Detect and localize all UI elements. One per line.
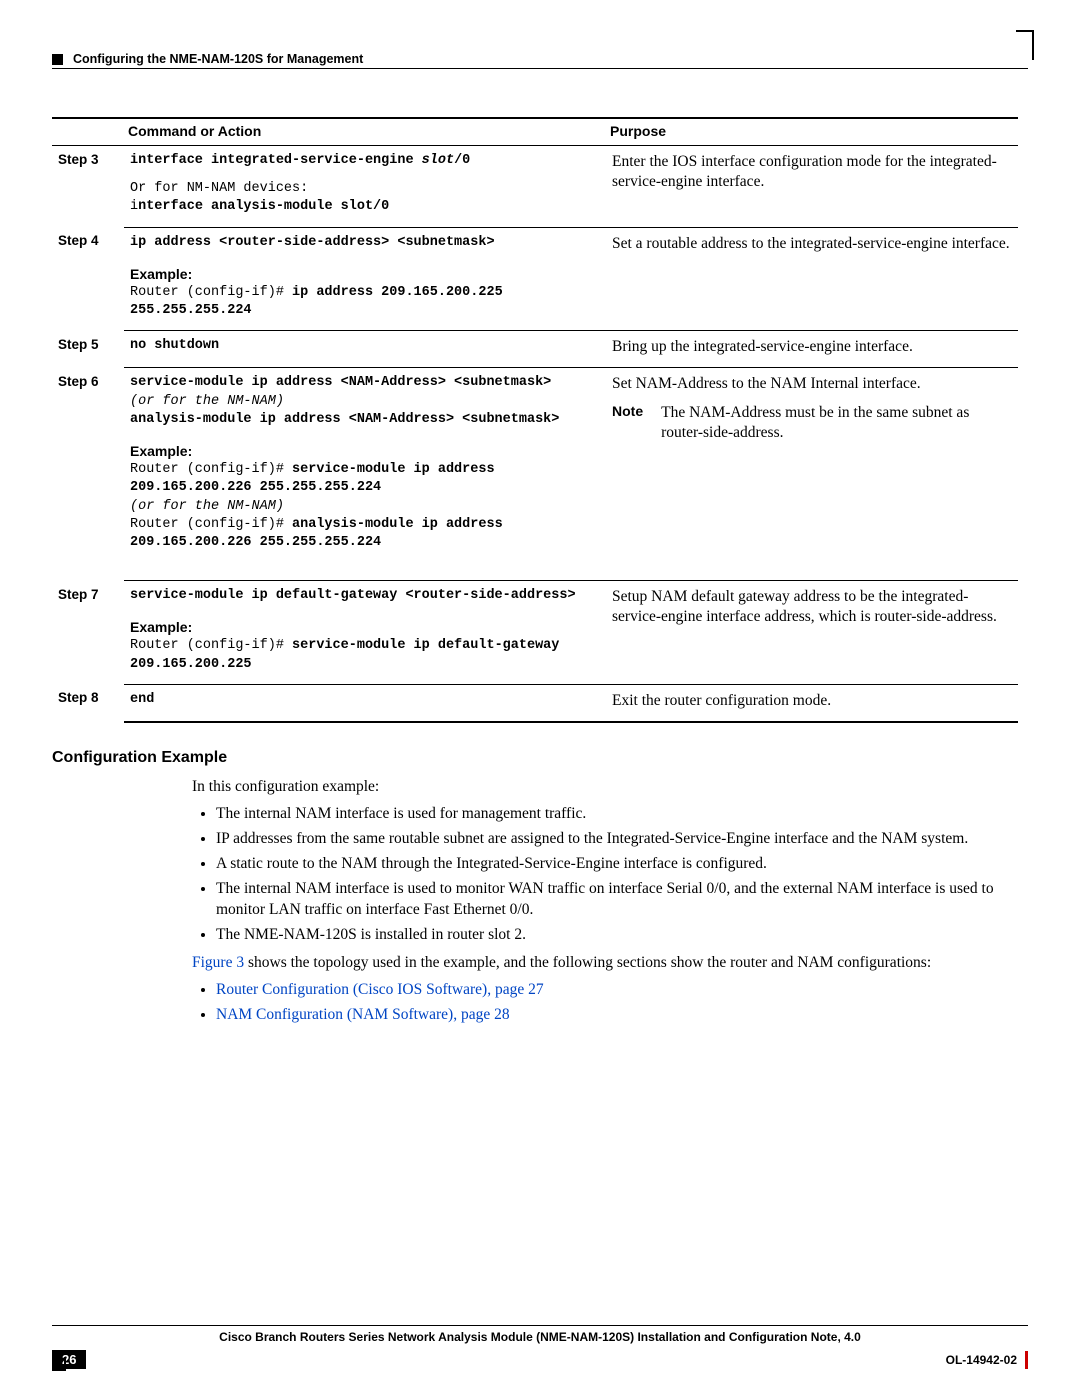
example-heading: Example: <box>130 266 600 282</box>
step-label: Step 4 <box>52 227 124 331</box>
table-row: Step 4 ip address <router-side-address> … <box>52 227 1018 331</box>
link-list: Router Configuration (Cisco IOS Software… <box>192 980 1018 1026</box>
page: Configuring the NME-NAM-120S for Managem… <box>0 0 1080 1397</box>
footer-title: Cisco Branch Routers Series Network Anal… <box>52 1330 1028 1344</box>
intro-text: In this configuration example: <box>192 777 1018 798</box>
col-purpose: Purpose <box>606 118 1018 146</box>
step-label: Step 6 <box>52 368 124 581</box>
document-number: OL-14942-02 <box>946 1353 1017 1367</box>
section-body: In this configuration example: The inter… <box>192 777 1018 1026</box>
section-heading: Configuration Example <box>52 749 1018 767</box>
crop-mark-bottom-left <box>52 1357 66 1371</box>
figure-link[interactable]: Figure 3 <box>192 954 244 971</box>
command-cell: ip address <router-side-address> <subnet… <box>124 227 606 331</box>
list-item: Router Configuration (Cisco IOS Software… <box>216 980 1018 1001</box>
col-blank <box>52 118 124 146</box>
step-label: Step 8 <box>52 684 124 722</box>
command-cell: no shutdown <box>124 331 606 368</box>
purpose-cell: Set NAM-Address to the NAM Internal inte… <box>606 368 1018 581</box>
example-heading: Example: <box>130 443 600 459</box>
command-cell: service-module ip default-gateway <route… <box>124 581 606 685</box>
footer-rule <box>52 1325 1028 1326</box>
header-square-icon <box>52 54 63 65</box>
command-cell: interface integrated-service-engine slot… <box>124 146 606 228</box>
step-label: Step 7 <box>52 581 124 685</box>
col-command: Command or Action <box>124 118 606 146</box>
list-item: A static route to the NAM through the In… <box>216 854 1018 875</box>
step-label: Step 3 <box>52 146 124 228</box>
list-item: NAM Configuration (NAM Software), page 2… <box>216 1005 1018 1026</box>
note-label: Note <box>612 403 643 443</box>
purpose-cell: Setup NAM default gateway address to be … <box>606 581 1018 685</box>
figure-reference-line: Figure 3 shows the topology used in the … <box>192 953 1018 974</box>
header-rule <box>52 68 1028 69</box>
purpose-cell: Bring up the integrated-service-engine i… <box>606 331 1018 368</box>
page-footer: Cisco Branch Routers Series Network Anal… <box>52 1325 1028 1369</box>
list-item: The NME-NAM-120S is installed in router … <box>216 925 1018 946</box>
table-row: Step 8 end Exit the router configuration… <box>52 684 1018 722</box>
list-item: The internal NAM interface is used for m… <box>216 804 1018 825</box>
purpose-cell: Enter the IOS interface configuration mo… <box>606 146 1018 228</box>
table-row: Step 3 interface integrated-service-engi… <box>52 146 1018 228</box>
example-heading: Example: <box>130 619 600 635</box>
table-row: Step 5 no shutdown Bring up the integrat… <box>52 331 1018 368</box>
running-header: Configuring the NME-NAM-120S for Managem… <box>52 52 1028 66</box>
list-item: The internal NAM interface is used to mo… <box>216 879 1018 921</box>
header-title: Configuring the NME-NAM-120S for Managem… <box>73 52 363 66</box>
step-label: Step 5 <box>52 331 124 368</box>
steps-table: Command or Action Purpose Step 3 interfa… <box>52 117 1018 723</box>
purpose-cell: Exit the router configuration mode. <box>606 684 1018 722</box>
note-text: The NAM-Address must be in the same subn… <box>661 403 1012 443</box>
list-item: IP addresses from the same routable subn… <box>216 829 1018 850</box>
table-row: Step 6 service-module ip address <NAM-Ad… <box>52 368 1018 581</box>
crop-mark-top-right <box>1022 30 1034 60</box>
bullet-list: The internal NAM interface is used for m… <box>192 804 1018 946</box>
command-cell: service-module ip address <NAM-Address> … <box>124 368 606 581</box>
command-cell: end <box>124 684 606 722</box>
change-bar-icon <box>1025 1351 1028 1369</box>
xref-link[interactable]: NAM Configuration (NAM Software), page 2… <box>216 1006 510 1023</box>
xref-link[interactable]: Router Configuration (Cisco IOS Software… <box>216 981 544 998</box>
purpose-cell: Set a routable address to the integrated… <box>606 227 1018 331</box>
table-row: Step 7 service-module ip default-gateway… <box>52 581 1018 685</box>
